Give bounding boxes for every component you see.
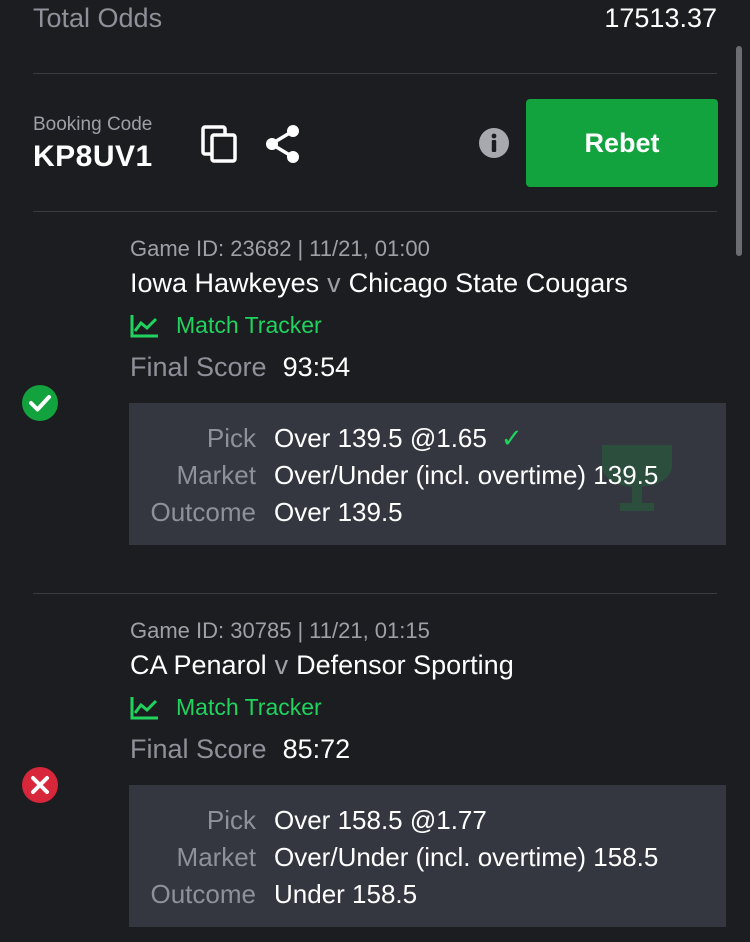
check-icon: ✓ (500, 422, 523, 453)
game-id: Game ID: 30785 (130, 618, 292, 643)
game-datetime: 11/21, 01:15 (309, 618, 430, 643)
x-circle-icon (21, 766, 59, 804)
pick-value: Over 158.5 @1.77 (274, 804, 487, 835)
market-value: Over/Under (incl. overtime) 139.5 (274, 459, 659, 490)
market-row: Market Over/Under (incl. overtime) 158.5 (176, 841, 659, 872)
share-icon[interactable] (264, 124, 302, 164)
pick-value: Over 139.5 @1.65 (274, 422, 487, 453)
match-tracker-label: Match Tracker (176, 694, 322, 720)
outcome-value: Over 139.5 (274, 496, 403, 527)
copy-icon[interactable] (200, 124, 238, 164)
outcome-value: Under 158.5 (274, 878, 418, 909)
outcome-row: Outcome Over 139.5 (150, 496, 403, 527)
final-score: Final Score 85:72 (130, 734, 351, 764)
away-team: Defensor Sporting (296, 650, 514, 680)
total-odds-value: 17513.37 (604, 2, 717, 33)
match-teams[interactable]: Iowa Hawkeyes v Chicago State Cougars (130, 268, 628, 299)
divider (33, 211, 717, 212)
match-tracker-link[interactable]: Match Tracker (130, 312, 322, 339)
rebet-button[interactable]: Rebet (526, 99, 718, 187)
bet-details-page: Total Odds 17513.37 Booking Code KP8UV1 … (0, 0, 750, 942)
game-id: Game ID: 23682 (130, 236, 292, 261)
chart-line-icon (130, 696, 158, 719)
scrollbar[interactable] (736, 46, 742, 256)
booking-code-value: KP8UV1 (33, 140, 153, 173)
chart-line-icon (130, 314, 158, 337)
pick-row: Pick Over 139.5 @1.65 ✓ (206, 422, 523, 453)
booking-code-label: Booking Code (33, 114, 153, 135)
check-circle-icon (21, 384, 59, 422)
final-score: Final Score 93:54 (130, 352, 351, 382)
info-icon[interactable] (478, 127, 510, 159)
away-team: Chicago State Cougars (348, 268, 628, 298)
home-team: CA Penarol (130, 650, 267, 680)
game-meta: Game ID: 23682 | 11/21, 01:00 (130, 236, 430, 261)
bet-detail-panel: Pick Over 158.5 @1.77 Market Over/Under (i… (129, 785, 726, 927)
match-tracker-link[interactable]: Match Tracker (130, 694, 322, 721)
match-teams[interactable]: CA Penarol v Defensor Sporting (130, 650, 514, 681)
total-odds-row: Total Odds 17513.37 (33, 0, 717, 36)
outcome-row: Outcome Under 158.5 (150, 878, 418, 909)
home-team: Iowa Hawkeyes (130, 268, 320, 298)
divider (33, 593, 717, 594)
bet-detail-panel: Pick Over 139.5 @1.65 ✓ Market Over/Under (… (129, 403, 726, 545)
match-tracker-label: Match Tracker (176, 312, 322, 338)
market-value: Over/Under (incl. overtime) 158.5 (274, 841, 659, 872)
total-odds-label: Total Odds (33, 2, 163, 33)
pick-row: Pick Over 158.5 @1.77 (206, 804, 487, 835)
game-datetime: 11/21, 01:00 (309, 236, 430, 261)
market-row: Market Over/Under (incl. overtime) 139.5 (176, 459, 659, 490)
divider (33, 73, 717, 74)
game-meta: Game ID: 30785 | 11/21, 01:15 (130, 618, 430, 643)
